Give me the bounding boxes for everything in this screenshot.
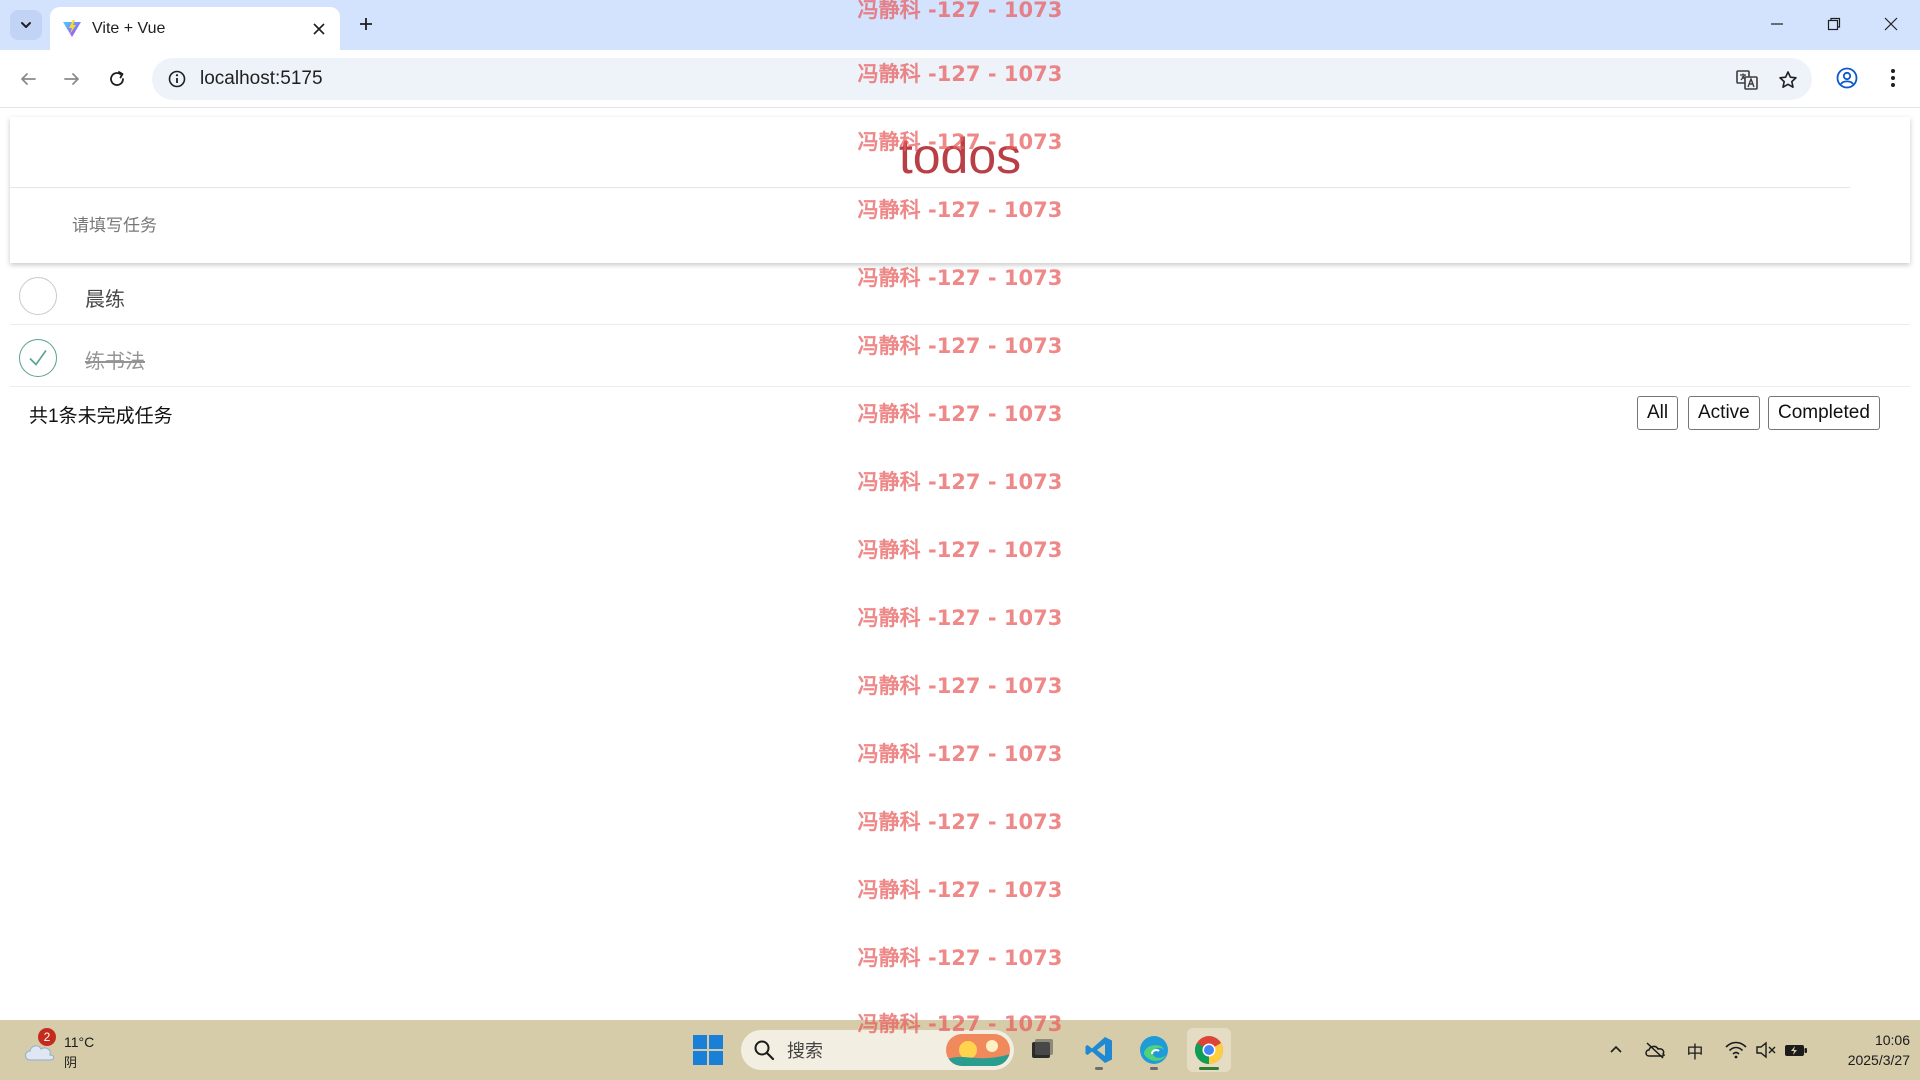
restore-icon [1827,17,1841,31]
windows-taskbar: 2 11°C 阴 搜索 中 10:06 2025/3/27 [0,1020,1920,1080]
weather-badge: 2 [38,1028,56,1046]
browser-tab-strip: Vite + Vue [0,0,1920,50]
more-menu-icon[interactable] [1878,63,1908,93]
taskbar-indicator [1199,1067,1219,1070]
taskbar-app-file-explorer[interactable] [1020,1028,1064,1072]
tray-overflow-chevron-icon[interactable] [1604,1038,1628,1062]
edge-icon [1140,1036,1168,1064]
taskbar-indicator [1150,1067,1158,1070]
todo-list: 晨练 练书法 [10,263,1910,387]
arrow-left-icon [21,73,36,85]
back-button[interactable] [12,63,44,95]
forward-button[interactable] [56,63,88,95]
restore-button[interactable] [1814,7,1854,41]
windows-logo-icon [693,1035,723,1065]
taskbar-app-vscode[interactable] [1077,1028,1121,1072]
tab-search-button[interactable] [10,10,42,40]
todo-footer: 共1条未完成任务 All Active Completed [10,387,1910,441]
translate-icon[interactable] [1732,65,1762,95]
vite-logo-icon [62,19,82,39]
close-icon [313,22,325,35]
clock-date: 2025/3/27 [1847,1052,1910,1068]
todo-item: 练书法 [10,325,1910,387]
start-button[interactable] [692,1034,724,1066]
todo-label[interactable]: 练书法 [85,345,145,374]
todo-count: 共1条未完成任务 [29,406,173,427]
page-viewport: todos 晨练 练书法 共1条未完成任务 All Active Complet… [0,109,1920,1020]
tab-title: Vite + Vue [92,19,166,37]
minimize-icon [1771,23,1783,25]
battery-charging-icon[interactable] [1784,1038,1808,1062]
taskbar-app-chrome[interactable] [1187,1028,1231,1072]
plus-icon [360,18,372,30]
task-view-icon [1032,1039,1053,1058]
weather-condition: 阴 [64,1056,78,1071]
reload-icon [110,71,124,86]
todo-item: 晨练 [10,263,1910,325]
taskbar-search[interactable]: 搜索 [741,1030,1014,1070]
todo-header: todos [10,117,1910,263]
ime-indicator[interactable]: 中 [1683,1038,1707,1063]
close-icon [1884,17,1898,31]
browser-tab-active[interactable]: Vite + Vue [50,7,340,50]
app-title: todos [898,128,1022,184]
volume-muted-icon[interactable] [1754,1038,1778,1062]
bookmark-star-icon[interactable] [1773,65,1803,95]
wifi-icon[interactable] [1724,1038,1748,1062]
filter-completed-button[interactable]: Completed [1768,396,1880,430]
browser-toolbar: localhost:5175 [0,50,1920,108]
taskbar-indicator [1095,1067,1103,1070]
chevron-down-icon [21,22,31,28]
todo-toggle-checkbox[interactable] [19,277,57,315]
search-label: 搜索 [787,1041,823,1062]
new-todo-input[interactable] [10,188,1910,263]
taskbar-app-edge[interactable] [1132,1028,1176,1072]
reload-button[interactable] [101,63,133,95]
address-url: localhost:5175 [200,68,323,89]
profile-icon[interactable] [1832,63,1862,93]
todo-toggle-checkbox[interactable] [19,339,57,377]
system-clock[interactable]: 10:06 2025/3/27 [1820,1030,1910,1070]
clock-time: 10:06 [1874,1032,1910,1048]
arrow-right-icon [64,73,79,85]
filter-all-button[interactable]: All [1637,396,1679,430]
address-bar[interactable]: localhost:5175 [152,58,1812,100]
weather-temperature: 11°C [64,1034,95,1050]
ime-label: 中 [1686,1042,1704,1063]
new-tab-button[interactable] [352,10,380,38]
checkmark-icon [29,350,47,366]
weather-widget[interactable]: 2 11°C 阴 [22,1028,102,1072]
search-icon [754,1040,775,1061]
chrome-icon [1195,1036,1223,1064]
onedrive-offline-icon[interactable] [1643,1038,1667,1062]
filter-active-button[interactable]: Active [1688,396,1760,430]
minimize-button[interactable] [1757,7,1797,41]
close-window-button[interactable] [1871,7,1911,41]
search-highlight-icon [946,1034,1010,1066]
tab-close-button[interactable] [308,18,330,40]
todo-label[interactable]: 晨练 [85,283,125,312]
site-info-icon[interactable] [166,68,188,90]
vscode-icon [1085,1037,1112,1063]
